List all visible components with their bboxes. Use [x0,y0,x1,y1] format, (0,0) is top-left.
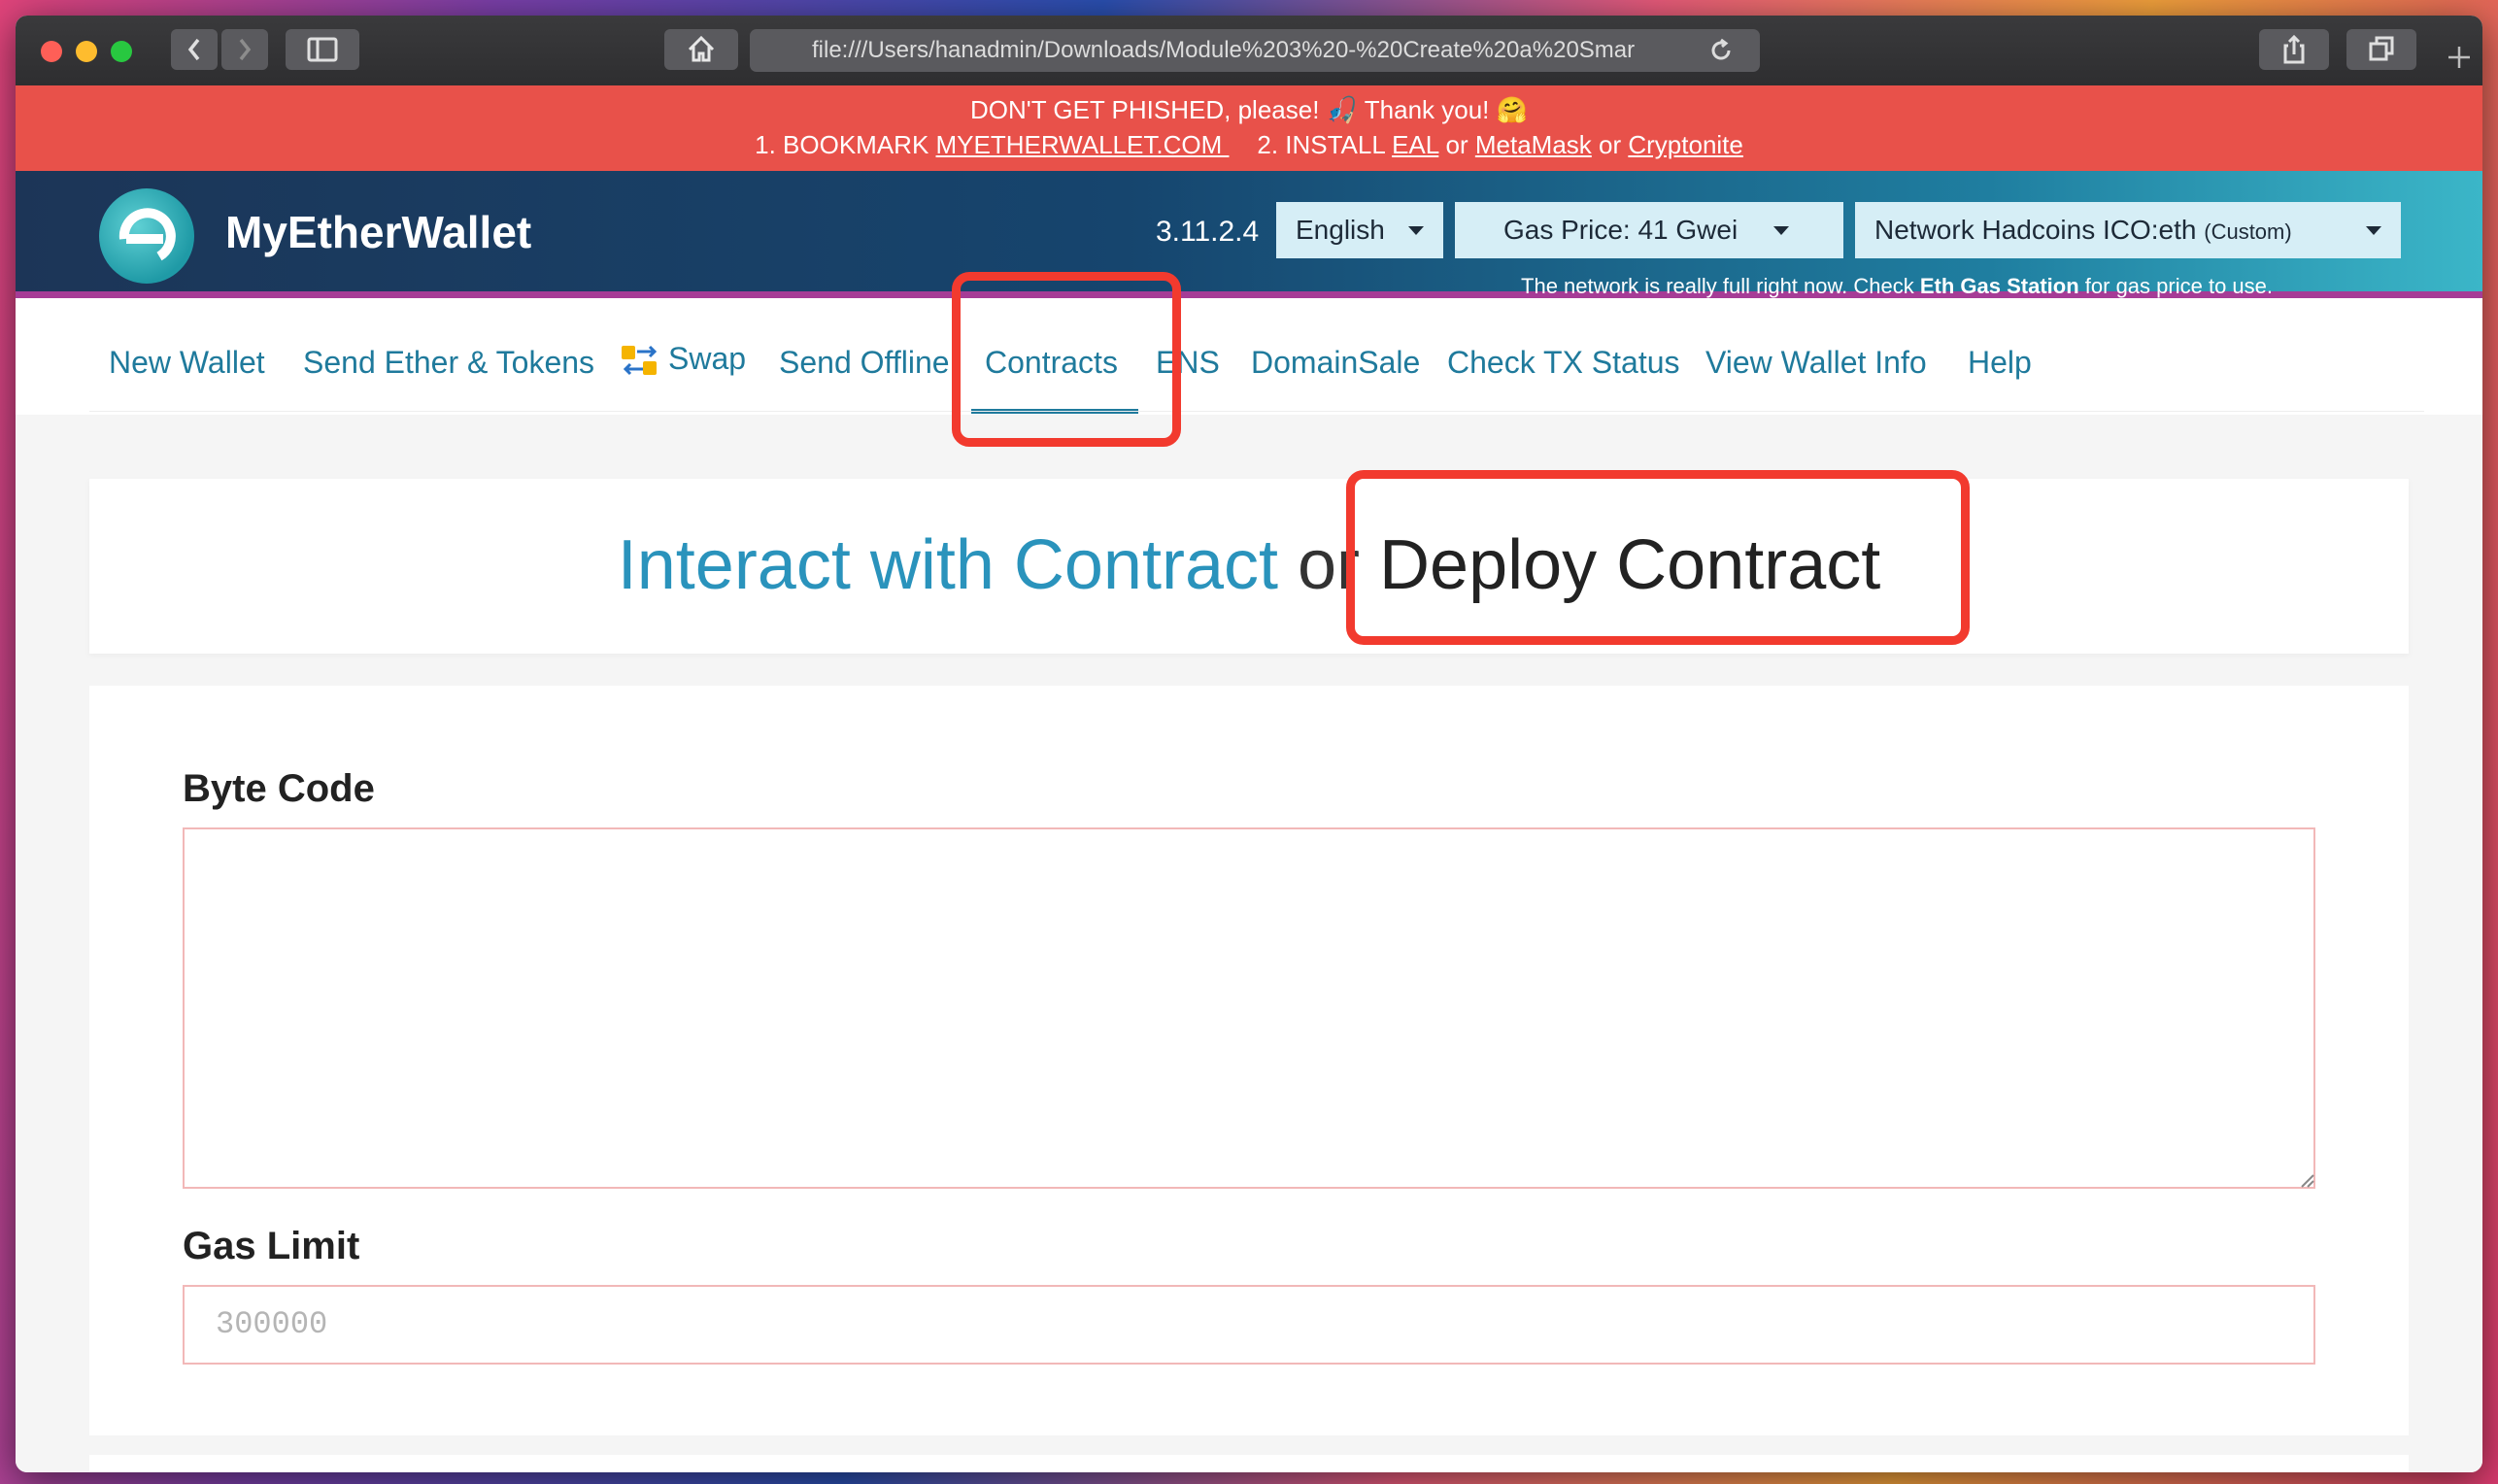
minimize-window-button[interactable] [76,41,97,62]
forward-button[interactable] [221,29,268,70]
cryptonite-link[interactable]: Cryptonite [1628,130,1743,159]
contracts-highlight-box [952,272,1181,447]
share-button[interactable] [2259,29,2329,70]
caret-down-icon [2366,226,2381,235]
chevron-left-icon [187,38,200,61]
nav-item-domainsale[interactable]: DomainSale [1251,345,1420,381]
language-value: English [1296,215,1385,245]
nav-item-new-wallet[interactable]: New Wallet [109,345,265,381]
network-dropdown[interactable]: Network Hadcoins ICO:eth (Custom) [1855,202,2401,258]
version-label: 3.11.2.4 [1156,216,1260,248]
share-icon [2283,34,2305,64]
page-title: Interact with Contract or Deploy Contrac… [89,525,2409,605]
network-value: Network Hadcoins ICO:eth [1874,215,2197,245]
nav-item-view-wallet-info[interactable]: View Wallet Info [1705,345,1927,381]
home-icon [688,35,715,62]
nav-divider [89,411,2424,412]
nav-item-swap-label: Swap [668,341,747,376]
tabs-icon [2369,36,2394,61]
sidebar-toggle-button[interactable] [286,29,359,70]
home-button[interactable] [664,29,738,70]
banner-line-2: 1. BOOKMARK MYETHERWALLET.COM 2. INSTALL… [16,130,2482,160]
install-prefix: 2. INSTALL [1257,130,1393,159]
nav-item-send-offline[interactable]: Send Offline [779,345,950,381]
zoom-window-button[interactable] [111,41,132,62]
browser-toolbar: file:///Users/hanadmin/Downloads/Module%… [16,16,2482,86]
main-nav: New Wallet Send Ether & Tokens Swap Send… [16,298,2482,415]
gas-limit-label: Gas Limit [183,1225,360,1267]
address-bar[interactable]: file:///Users/hanadmin/Downloads/Module%… [750,29,1760,72]
next-card-edge [89,1455,2409,1472]
bytecode-label: Byte Code [183,767,375,810]
new-tab-button[interactable] [2436,37,2482,78]
chevron-right-icon [239,38,252,61]
deploy-form-card: Byte Code Gas Limit 300000 [89,686,2409,1435]
note-prefix: The network is really full right now. Ch… [1521,274,1920,298]
gas-limit-input[interactable]: 300000 [183,1285,2315,1365]
bookmark-prefix: 1. BOOKMARK [755,130,936,159]
eal-link[interactable]: EAL [1392,130,1438,159]
deploy-contract-highlight-box [1346,470,1970,645]
banner-or-1: or [1438,130,1475,159]
resize-grip-icon[interactable] [2298,1171,2315,1189]
back-button[interactable] [171,29,218,70]
note-suffix: for gas price to use. [2078,274,2273,298]
language-dropdown[interactable]: English [1276,202,1443,258]
sidebar-icon [307,37,338,62]
tabs-overview-button[interactable] [2346,29,2416,70]
bytecode-textarea[interactable] [183,827,2315,1189]
nav-item-help[interactable]: Help [1968,345,2032,381]
close-window-button[interactable] [41,41,62,62]
metamask-link[interactable]: MetaMask [1475,130,1592,159]
swap-icon [622,345,658,375]
interact-contract-link[interactable]: Interact with Contract [618,526,1278,604]
nav-item-send-ether-tokens[interactable]: Send Ether & Tokens [303,345,594,381]
eth-gas-station-link[interactable]: Eth Gas Station [1920,274,2079,298]
site-header: MyEtherWallet 3.11.2.4 English Gas Price… [16,171,2482,298]
brand-name[interactable]: MyEtherWallet [225,206,531,258]
nav-item-check-tx-status[interactable]: Check TX Status [1447,345,1680,381]
gas-price-dropdown[interactable]: Gas Price: 41 Gwei [1455,202,1843,258]
caret-down-icon [1773,226,1789,235]
mew-logo[interactable] [99,188,194,284]
address-text: file:///Users/hanadmin/Downloads/Module%… [812,37,1636,63]
title-card: Interact with Contract or Deploy Contrac… [89,479,2409,654]
gas-price-value: Gas Price: 41 Gwei [1503,215,1738,245]
banner-or-2: or [1591,130,1629,159]
bookmark-link[interactable]: MYETHERWALLET.COM [936,130,1230,159]
mew-logo-icon [118,208,176,261]
main-content: Interact with Contract or Deploy Contrac… [16,415,2482,1472]
nav-item-swap[interactable]: Swap [620,341,746,381]
phishing-warning-banner: DON'T GET PHISHED, please! 🎣 Thank you! … [16,85,2482,171]
network-suffix: (Custom) [2204,219,2292,244]
caret-down-icon [1408,226,1424,235]
reload-icon[interactable] [1707,37,1735,64]
gas-network-note: The network is really full right now. Ch… [1521,274,2273,299]
banner-line-1: DON'T GET PHISHED, please! 🎣 Thank you! … [969,95,1529,124]
plus-icon [2448,47,2470,68]
browser-window: file:///Users/hanadmin/Downloads/Module%… [16,16,2482,1472]
